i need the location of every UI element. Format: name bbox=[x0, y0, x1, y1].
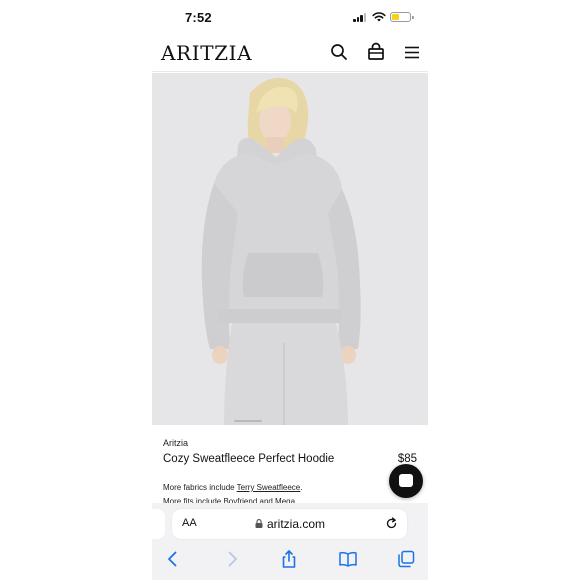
battery-level bbox=[392, 14, 399, 20]
reload-icon[interactable] bbox=[385, 517, 398, 530]
tabs-icon[interactable] bbox=[396, 549, 416, 569]
fabrics-note-suffix: . bbox=[300, 483, 303, 492]
url-text: aritzia.com bbox=[267, 517, 326, 531]
status-time: 7:52 bbox=[185, 10, 212, 25]
bag-icon[interactable] bbox=[366, 42, 386, 62]
screenshot-page: 7:52 ARITZIA Aritzia Cozy Sweatfleece Pe… bbox=[0, 0, 580, 580]
terry-sweatfleece-link[interactable]: Terry Sweatfleece bbox=[237, 483, 301, 492]
site-header: ARITZIA bbox=[152, 34, 428, 72]
product-brand: Aritzia bbox=[163, 438, 189, 448]
chat-bubble-icon bbox=[399, 474, 413, 487]
browser-toolbar bbox=[152, 543, 428, 580]
model-photo bbox=[152, 73, 428, 425]
address-bar[interactable]: AA aritzia.com bbox=[172, 509, 407, 539]
product-image[interactable] bbox=[152, 73, 428, 425]
product-name: Cozy Sweatfleece Perfect Hoodie bbox=[163, 453, 335, 465]
battery-icon bbox=[390, 12, 414, 22]
wifi-icon bbox=[372, 12, 386, 22]
previous-tab-peek[interactable] bbox=[152, 509, 165, 539]
left-margin bbox=[0, 0, 152, 580]
menu-icon[interactable] bbox=[402, 42, 422, 62]
aritzia-logo[interactable]: ARITZIA bbox=[161, 41, 252, 65]
fabrics-note-prefix: More fabrics include bbox=[163, 483, 237, 492]
search-icon[interactable] bbox=[329, 42, 349, 62]
cellular-signal-icon bbox=[353, 13, 367, 22]
status-bar: 7:52 bbox=[152, 0, 428, 34]
share-icon[interactable] bbox=[279, 549, 299, 569]
chat-button[interactable] bbox=[389, 464, 423, 498]
fabrics-note: More fabrics include Terry Sweatfleece. bbox=[163, 483, 303, 492]
lock-icon bbox=[255, 519, 263, 528]
browser-address-area: AA aritzia.com bbox=[152, 503, 428, 543]
back-icon[interactable] bbox=[163, 549, 183, 569]
image-scroll-indicator bbox=[234, 420, 262, 422]
forward-icon bbox=[228, 551, 237, 567]
right-margin bbox=[428, 0, 580, 580]
text-size-button[interactable]: AA bbox=[182, 517, 197, 529]
bookmarks-icon[interactable] bbox=[338, 549, 358, 569]
product-info: Aritzia Cozy Sweatfleece Perfect Hoodie … bbox=[152, 425, 428, 506]
phone-screen: 7:52 ARITZIA Aritzia Cozy Sweatfleece Pe… bbox=[152, 0, 428, 580]
